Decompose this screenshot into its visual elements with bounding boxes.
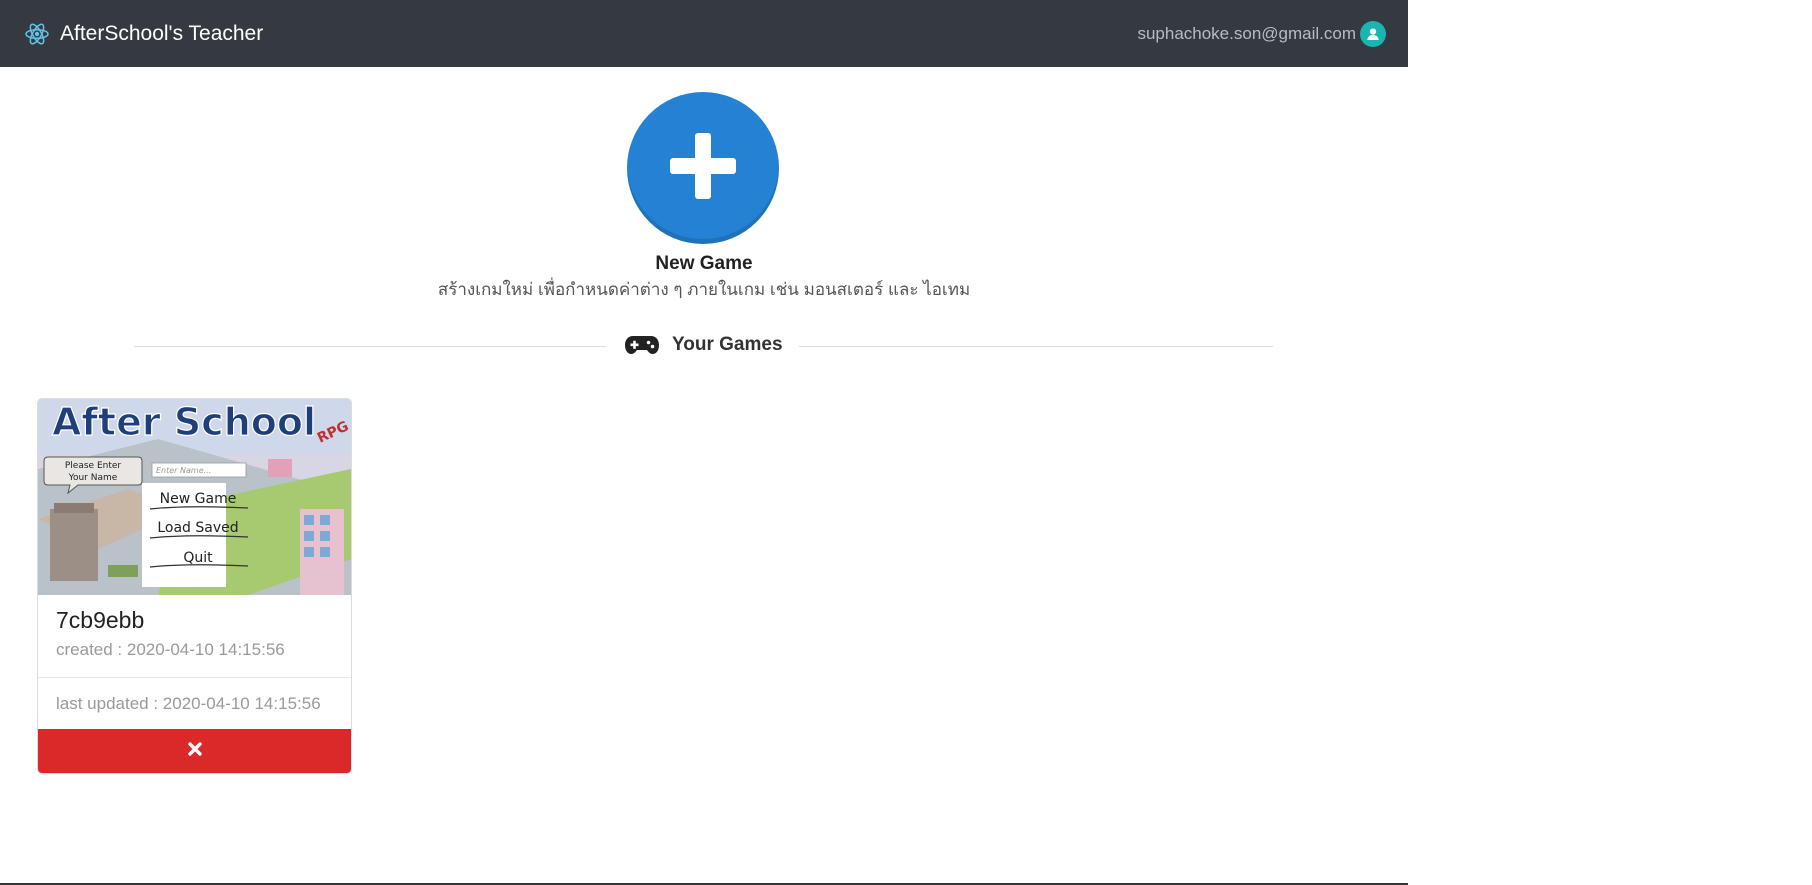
- section-divider-right: [799, 346, 1273, 347]
- thumbnail-name-placeholder: Enter Name...: [156, 466, 211, 475]
- thumbnail-menu-new-game: New Game: [160, 491, 237, 507]
- user-icon[interactable]: [1360, 20, 1386, 47]
- game-last-updated: last updated : 2020-04-10 14:15:56: [38, 677, 351, 728]
- gamepad-icon: [624, 334, 660, 356]
- game-card[interactable]: After School RPG Please Enter Your Name …: [37, 398, 352, 774]
- thumbnail-menu-load-saved: Load Saved: [157, 520, 238, 536]
- brand[interactable]: AfterSchool's Teacher: [24, 21, 263, 47]
- section-title: Your Games: [672, 334, 783, 355]
- top-navbar: AfterSchool's Teacher suphachoke.son@gma…: [0, 0, 1408, 67]
- plus-icon: [668, 131, 738, 206]
- react-atom-icon: [24, 21, 50, 47]
- new-game-description: สร้างเกมใหม่ เพื่อกำหนดค่าต่าง ๆ ภายในเก…: [437, 280, 971, 299]
- game-card-body: 7cb9ebb created : 2020-04-10 14:15:56: [56, 607, 285, 660]
- thumbnail-prompt-line1: Please Enter: [65, 461, 122, 471]
- delete-game-button[interactable]: [38, 729, 351, 773]
- thumbnail-prompt-line2: Your Name: [68, 473, 118, 483]
- game-created: created : 2020-04-10 14:15:56: [56, 640, 285, 659]
- section-divider-left: [134, 346, 606, 347]
- user-menu[interactable]: suphachoke.son@gmail.com: [1137, 0, 1386, 67]
- new-game-title: New Game: [655, 253, 753, 274]
- game-id[interactable]: 7cb9ebb: [56, 607, 285, 634]
- game-thumbnail[interactable]: After School RPG Please Enter Your Name …: [38, 399, 351, 595]
- thumbnail-title: After School: [52, 400, 316, 444]
- thumbnail-menu-quit: Quit: [183, 550, 213, 566]
- app-root: AfterSchool's Teacher suphachoke.son@gma…: [0, 0, 1408, 885]
- app-title: AfterSchool's Teacher: [60, 21, 264, 45]
- new-game-button[interactable]: [627, 92, 779, 244]
- your-games-header: Your Games: [624, 330, 783, 360]
- close-icon: [187, 742, 202, 761]
- user-email[interactable]: suphachoke.son@gmail.com: [1137, 24, 1356, 44]
